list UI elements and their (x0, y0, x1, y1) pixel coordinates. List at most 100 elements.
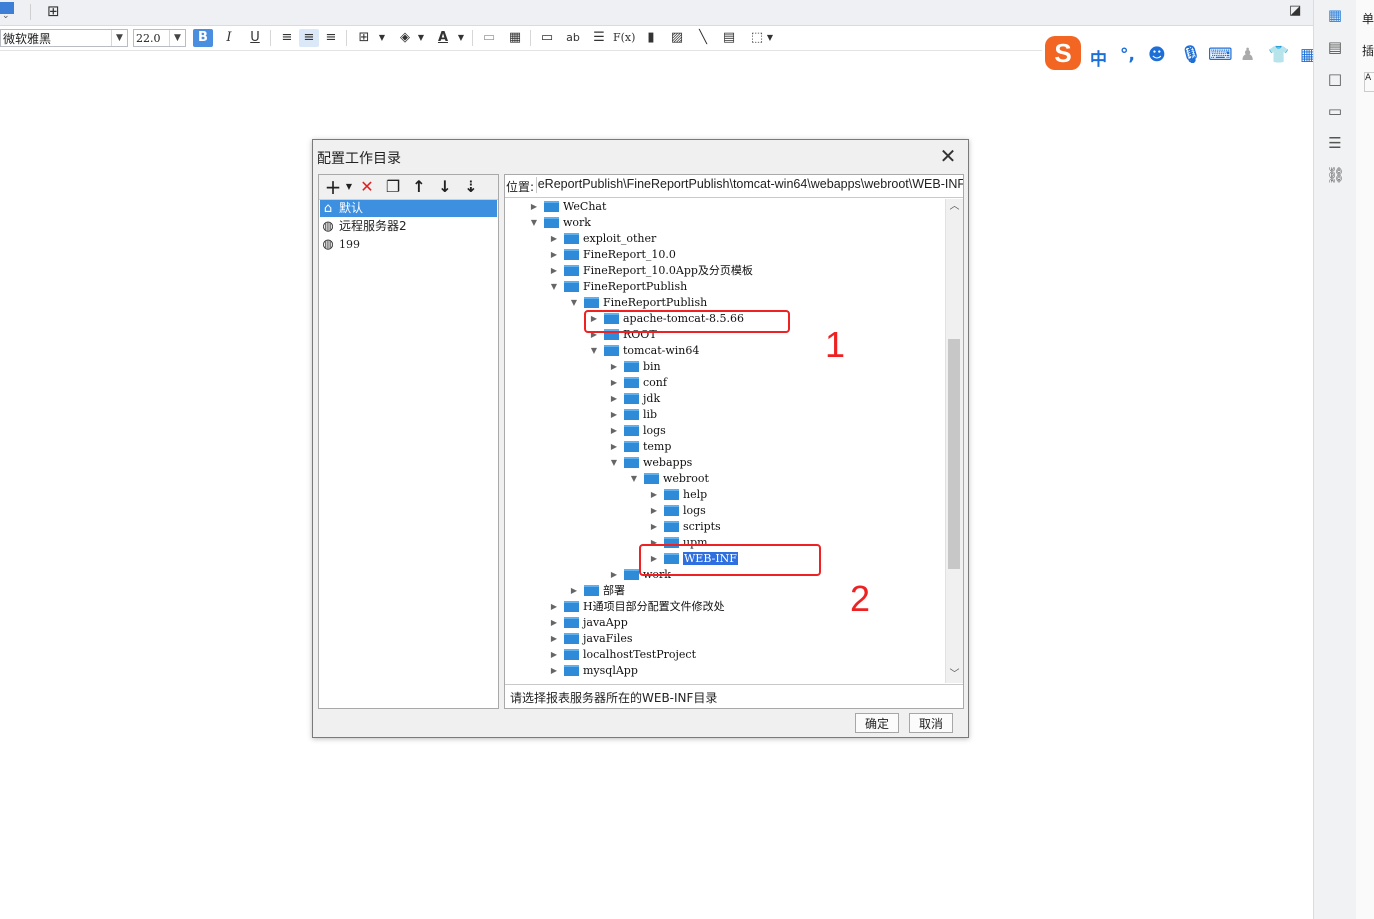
expand-arrow-icon[interactable]: ▶ (608, 391, 620, 407)
paragraph-icon[interactable]: ☰ (589, 29, 609, 47)
layout-icon[interactable]: ▦ (1326, 6, 1344, 24)
align-right-icon[interactable]: ≡ (321, 29, 341, 47)
user-icon[interactable]: ♟ (1240, 45, 1255, 65)
tree-node[interactable]: ▼ webapps (608, 455, 692, 471)
scroll-up-icon[interactable]: ︿ (946, 199, 963, 215)
expand-arrow-icon[interactable]: ▶ (608, 407, 620, 423)
tree-node[interactable]: ▼ FineReportPublish (568, 295, 707, 311)
insert-table-icon[interactable]: ⊞ (47, 2, 60, 20)
merge-cells-icon[interactable]: ▭ (479, 29, 499, 47)
expand-arrow-icon[interactable]: ▶ (548, 615, 560, 631)
expand-arrow-icon[interactable]: ▶ (608, 375, 620, 391)
server-item[interactable]: ◍ 远程服务器2 (320, 218, 497, 235)
italic-button[interactable]: I (219, 29, 239, 47)
tree-node[interactable]: ▶ logs (648, 503, 706, 519)
expand-arrow-icon[interactable]: ▶ (608, 359, 620, 375)
tree-node[interactable]: ▶ H通项目部分配置文件修改处 (548, 599, 725, 615)
expand-arrow-icon[interactable]: ▶ (648, 487, 660, 503)
ime-logo[interactable]: S (1045, 36, 1081, 70)
sort-icon[interactable]: ⇣ (461, 177, 481, 197)
ime-mode-button[interactable]: 中 (1090, 45, 1107, 70)
square-icon[interactable]: □ (1326, 70, 1344, 88)
emoji-icon[interactable]: ☻ (1148, 45, 1166, 65)
chevron-down-icon[interactable]: ▼ (411, 29, 431, 47)
expand-arrow-icon[interactable]: ▶ (548, 263, 560, 279)
collapse-arrow-icon[interactable]: ▼ (588, 343, 600, 359)
path-field[interactable]: C:\Users\FineReportPublish\FineReportPub… (536, 177, 963, 193)
element-icon[interactable]: ▭ (1326, 102, 1344, 120)
tree-node[interactable]: ▶ help (648, 487, 707, 503)
arrow-down-icon[interactable]: ↓ (435, 177, 455, 197)
expand-arrow-icon[interactable]: ▶ (608, 567, 620, 583)
ok-button[interactable]: 确定 (855, 713, 899, 733)
vertical-scrollbar[interactable]: ︿ ﹀ (945, 199, 963, 683)
slash-icon[interactable]: ╲ (693, 29, 713, 47)
list-icon[interactable]: ☰ (1326, 134, 1344, 152)
tree-node[interactable]: ▶ javaFiles (548, 631, 633, 647)
chevron-down-icon[interactable]: ▼ (339, 177, 359, 197)
bold-button[interactable]: B (193, 29, 213, 47)
panel-tab-label[interactable]: 插 (1362, 42, 1374, 59)
expand-arrow-icon[interactable]: ▶ (648, 519, 660, 535)
collapse-toolbar-icon[interactable]: ◪ (1289, 3, 1301, 18)
arrow-up-icon[interactable]: ↑ (409, 177, 429, 197)
link-icon[interactable]: ⛓ (1326, 166, 1345, 184)
tree-node[interactable]: ▶ javaApp (548, 615, 628, 631)
chevron-down-icon[interactable]: ▼ (169, 30, 185, 46)
underline-button[interactable]: U (245, 29, 265, 47)
expand-arrow-icon[interactable]: ▶ (568, 583, 580, 599)
widget-icon[interactable]: ▤ (1326, 38, 1344, 56)
panel-tab-label[interactable]: 单 (1362, 10, 1374, 27)
tree-node[interactable]: ▶ mysqlApp (548, 663, 638, 679)
scroll-down-icon[interactable]: ﹀ (946, 667, 963, 683)
expand-arrow-icon[interactable]: ▶ (548, 247, 560, 263)
server-item[interactable]: ◍ 199 (320, 236, 497, 253)
expand-arrow-icon[interactable]: ▶ (528, 199, 540, 215)
expand-arrow-icon[interactable]: ▶ (548, 631, 560, 647)
tree-node[interactable]: ▶ 部署 (568, 583, 625, 599)
expand-arrow-icon[interactable]: ▶ (548, 231, 560, 247)
copy-icon[interactable]: ❐ (383, 177, 403, 197)
align-center-icon[interactable]: ≡ (299, 29, 319, 47)
tree-node[interactable]: ▼ FineReportPublish (548, 279, 687, 295)
chevron-down-icon[interactable]: ▼ (111, 30, 127, 46)
formula-button[interactable]: F(x) (613, 29, 635, 47)
tree-node[interactable]: ▶ FineReport_10.0 (548, 247, 676, 263)
tree-node[interactable]: ▶ lib (608, 407, 657, 423)
expand-arrow-icon[interactable]: ▶ (548, 663, 560, 679)
ime-punct-button[interactable]: °, (1120, 45, 1135, 65)
collapse-arrow-icon[interactable]: ▼ (548, 279, 560, 295)
tree-node[interactable]: ▶ exploit_other (548, 231, 656, 247)
scrollbar-thumb[interactable] (948, 339, 960, 569)
tree-node[interactable]: ▼ webroot (628, 471, 709, 487)
tree-node[interactable]: ▶ FineReport_10.0App及分页模板 (548, 263, 753, 279)
chevron-down-icon[interactable]: ▼ (372, 29, 392, 47)
expand-arrow-icon[interactable]: ▶ (608, 439, 620, 455)
cancel-button[interactable]: 取消 (909, 713, 953, 733)
expand-arrow-icon[interactable]: ▶ (548, 599, 560, 615)
text-ab-button[interactable]: ab (563, 29, 583, 47)
font-family-select[interactable]: 微软雅黑 ▼ (0, 29, 128, 47)
border-icon[interactable]: ⊞ (354, 29, 374, 47)
expand-arrow-icon[interactable]: ▶ (648, 503, 660, 519)
collapse-arrow-icon[interactable]: ▼ (568, 295, 580, 311)
image-icon[interactable]: ▨ (667, 29, 687, 47)
keyboard-icon[interactable]: ⌨ (1208, 45, 1233, 65)
bar-chart-icon[interactable]: ▮ (641, 29, 661, 47)
close-icon[interactable]: ✕ (935, 144, 961, 168)
font-color-icon[interactable]: A (433, 29, 453, 47)
tree-node[interactable]: ▼ tomcat-win64 (588, 343, 699, 359)
grid-icon[interactable]: ▦ (505, 29, 525, 47)
tree-node[interactable]: ▶ bin (608, 359, 661, 375)
tree-node[interactable]: ▼ work (528, 215, 591, 231)
tree-node[interactable]: ▶ conf (608, 375, 667, 391)
expand-arrow-icon[interactable]: ▶ (608, 423, 620, 439)
text-field-icon[interactable]: ▭ (537, 29, 557, 47)
microphone-icon[interactable]: 🎙 (1180, 45, 1202, 65)
chevron-down-icon[interactable]: ▼ (760, 29, 780, 47)
chevron-down-icon[interactable]: ⌄ (2, 11, 10, 21)
collapse-arrow-icon[interactable]: ▼ (628, 471, 640, 487)
align-left-icon[interactable]: ≡ (277, 29, 297, 47)
server-item[interactable]: ⌂ 默认 (320, 200, 497, 217)
skin-icon[interactable]: 👕 (1268, 45, 1289, 65)
